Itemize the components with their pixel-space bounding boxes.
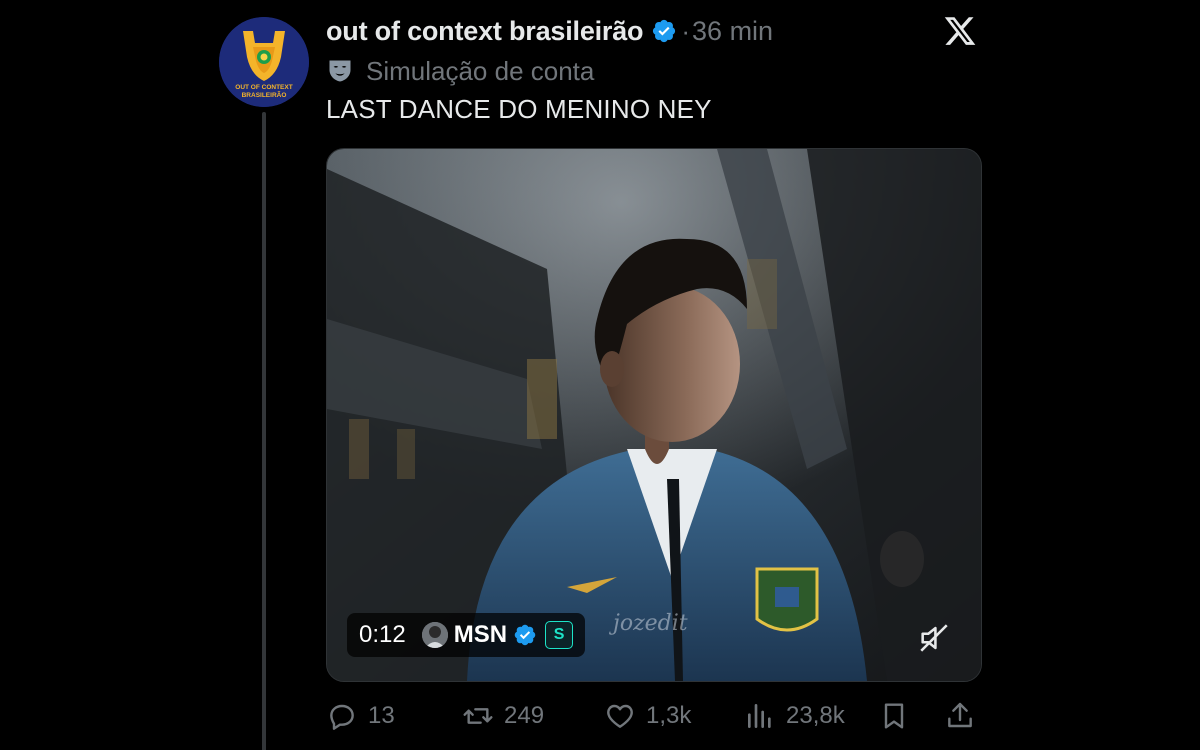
repost-count: 249: [504, 702, 545, 729]
brasileirao-logo-icon: OUT OF CONTEXT BRASILEIRÃO: [219, 17, 309, 107]
mute-icon[interactable]: [917, 621, 951, 655]
share-button[interactable]: [944, 696, 976, 736]
bookmark-button[interactable]: [878, 696, 910, 736]
theater-mask-icon: [329, 60, 351, 82]
account-label-text: Simulação de conta: [366, 55, 595, 86]
bookmark-icon: [884, 703, 904, 729]
reply-icon: [330, 704, 354, 730]
tweet-header: out of context brasileirão · 36 min: [326, 12, 773, 50]
reply-button[interactable]: 13: [326, 696, 395, 736]
tweet-page: OUT OF CONTEXT BRASILEIRÃO out of contex…: [0, 0, 1200, 750]
video-frame-image: [327, 149, 981, 681]
views-button[interactable]: 23,8k: [744, 696, 845, 736]
source-affiliate-badge[interactable]: S: [545, 621, 574, 649]
post-time[interactable]: 36 min: [692, 16, 773, 47]
tweet-text: LAST DANCE DO MENINO NEY: [326, 94, 712, 124]
like-count: 1,3k: [646, 702, 692, 729]
svg-text:OUT OF CONTEXT: OUT OF CONTEXT: [235, 84, 292, 91]
svg-text:BRASILEIRÃO: BRASILEIRÃO: [242, 90, 287, 99]
account-avatar[interactable]: OUT OF CONTEXT BRASILEIRÃO: [219, 17, 309, 107]
source-avatar[interactable]: [421, 622, 448, 648]
account-label: Simulação de conta: [326, 54, 594, 88]
reply-count: 13: [368, 702, 395, 729]
like-button[interactable]: 1,3k: [604, 696, 691, 736]
repost-icon: [463, 708, 493, 724]
person-avatar-icon: [421, 622, 448, 648]
video-info-bar: 0:12 MSN S: [347, 613, 586, 657]
separator-dot: ·: [681, 15, 691, 46]
display-name[interactable]: out of context brasileirão: [326, 16, 644, 47]
source-verified-icon: [514, 624, 536, 646]
video-watermark: jozedit: [613, 611, 688, 636]
heart-icon: [607, 704, 633, 728]
repost-button[interactable]: 249: [462, 696, 544, 736]
view-count: 23,8k: [786, 702, 845, 729]
thread-line: [262, 112, 266, 750]
video-timestamp: 0:12: [359, 621, 406, 648]
tweet-actions: 13 249 1,3k 23,8k: [326, 696, 980, 736]
share-icon: [948, 702, 972, 728]
analytics-icon: [748, 704, 771, 728]
verified-badge-icon[interactable]: [651, 18, 677, 44]
x-logo-icon[interactable]: [942, 14, 978, 48]
video-player[interactable]: jozedit 0:12 MSN S: [326, 148, 982, 682]
source-name[interactable]: MSN: [454, 621, 507, 649]
